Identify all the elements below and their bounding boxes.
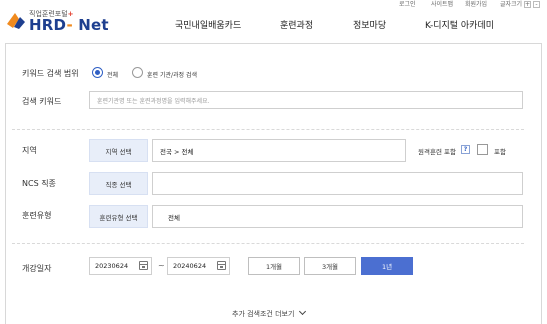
range-radio-institution[interactable] (132, 67, 143, 78)
date-start-value: 20230624 (95, 262, 129, 270)
hrd-net-logo[interactable]: 직업훈련포털+ HRD- Net (5, 6, 115, 36)
gnb-item-courses[interactable]: 훈련과정 (280, 18, 313, 31)
keyword-input[interactable]: 훈련기관명 또는 훈련과정명을 입력해주세요. (89, 91, 523, 109)
calendar-icon[interactable] (139, 261, 148, 270)
remote-training-label: 원격훈련 포함 (418, 148, 456, 156)
training-type-label: 훈련유형 (22, 211, 52, 220)
remote-include-checkbox[interactable] (477, 144, 488, 155)
sitemap-link[interactable]: 사이트맵 (431, 0, 453, 9)
chevron-down-icon (299, 307, 307, 316)
remote-include-label: 포함 (494, 148, 506, 156)
region-label: 지역 (22, 146, 37, 155)
logo-mark-icon (7, 13, 25, 29)
period-1month-button[interactable]: 1개월 (248, 257, 300, 275)
gnb-item-k-digital[interactable]: K-디지털 아카데미 (425, 18, 494, 31)
region-select-button[interactable]: 지역 선택 (89, 139, 148, 162)
start-date-label: 개강일자 (22, 264, 52, 273)
keyword-label: 검색 키워드 (22, 97, 62, 106)
date-separator: ~ (158, 261, 165, 270)
ncs-select-button[interactable]: 직종 선택 (89, 172, 148, 195)
calendar-icon[interactable] (217, 261, 226, 270)
more-conditions-toggle[interactable]: 추가 검색조건 더보기 (232, 307, 307, 319)
ncs-value-field[interactable] (152, 172, 523, 195)
help-icon[interactable]: ? (461, 145, 470, 154)
gnb-item-info[interactable]: 정보마당 (353, 18, 386, 31)
font-size-label: 글자크기 (500, 1, 523, 8)
font-minus-button[interactable]: - (533, 1, 540, 8)
range-radio-all[interactable] (92, 67, 103, 78)
logo-main-text: HRD- Net (29, 16, 109, 34)
date-end-value: 20240624 (173, 262, 207, 270)
region-value-field[interactable]: 전국 > 전체 (152, 139, 406, 162)
login-link[interactable]: 로그인 (399, 0, 416, 9)
section-divider (12, 243, 524, 244)
range-option-institution-label: 훈련 기관/과정 검색 (147, 72, 197, 79)
training-type-select-button[interactable]: 훈련유형 선택 (89, 205, 148, 228)
signup-link[interactable]: 회원가입 (465, 0, 487, 9)
font-plus-button[interactable]: + (524, 1, 531, 8)
more-conditions-label: 추가 검색조건 더보기 (232, 310, 295, 318)
section-divider (12, 129, 524, 130)
keyword-range-label: 키워드 검색 범위 (22, 69, 79, 78)
period-1year-button[interactable]: 1년 (361, 257, 413, 275)
range-option-all-label: 전체 (107, 72, 119, 79)
period-3month-button[interactable]: 3개월 (304, 257, 356, 275)
gnb-item-card[interactable]: 국민내일배움카드 (175, 18, 241, 31)
training-type-value-field[interactable]: 전체 (152, 205, 523, 228)
ncs-label: NCS 직종 (22, 179, 56, 188)
